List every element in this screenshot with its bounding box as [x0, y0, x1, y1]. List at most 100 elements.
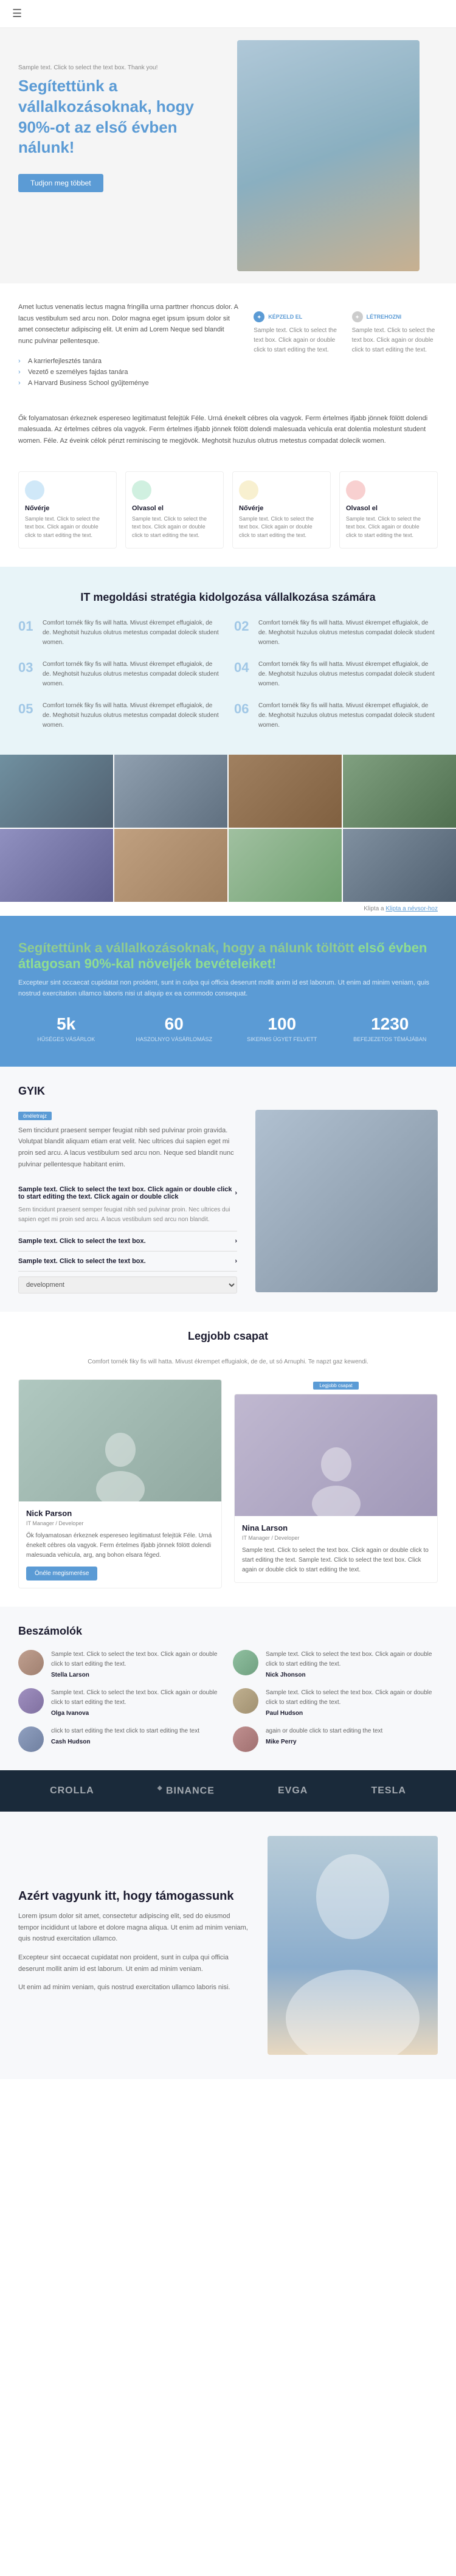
- card3-title: Nővérje: [239, 505, 324, 512]
- solution-num-3: 03: [18, 660, 35, 689]
- col1-dot: ✦: [254, 311, 264, 322]
- team-member-info-1: Nick Parson IT Manager / Developer Ők fo…: [19, 1501, 221, 1588]
- card4-title: Olvasol el: [346, 505, 431, 512]
- team-member-col-1: Nick Parson IT Manager / Developer Ők fo…: [18, 1379, 222, 1588]
- team-member-info-2: Nina Larson IT Manager / Developer Sampl…: [235, 1516, 437, 1582]
- whyus-para1: Lorem ipsum dolor sit amet, consectetur …: [18, 1911, 249, 1945]
- logo-1: CROLLA: [50, 1785, 94, 1796]
- team-badge: Legjobb csapat: [313, 1382, 358, 1390]
- stats-section: Segítettünk a vállalkozásoknak, hogy a n…: [0, 916, 456, 1066]
- intro-list-item: Vezető e személyes fajdas tanára: [18, 367, 239, 378]
- team-member-desc-1: Ők folyamatosan érkeznek espereseo legit…: [26, 1531, 214, 1560]
- whyus-person-image: [268, 1836, 438, 2055]
- stat-num-1: 5k: [18, 1014, 114, 1034]
- testimonial-name-5: Cash Hudson: [51, 1739, 223, 1745]
- stats-row: 5k Hűséges vásárlok 60 Haszolnyo vásárlo…: [18, 1014, 438, 1042]
- faq-right: [255, 1110, 438, 1294]
- team-cols: Nick Parson IT Manager / Developer Ők fo…: [18, 1379, 438, 1588]
- faq-person-image: [255, 1110, 438, 1292]
- testimonial-avatar-2: [233, 1650, 258, 1675]
- card1-title: Nővérje: [25, 505, 110, 512]
- faq-item-3[interactable]: Sample text. Click to select the text bo…: [18, 1252, 237, 1272]
- solution-text-1: Comfort tornék fiky fis will hatta. Mivu…: [43, 618, 222, 648]
- faq-cols: önéletrajz Sem tincidunt praesent semper…: [18, 1110, 438, 1294]
- team-member-desc-2: Sample text. Click to select the text bo…: [242, 1546, 430, 1575]
- photo-caption-link[interactable]: Klipta a névsor-hoz: [385, 905, 438, 912]
- stat-label-3: Sikerms ügyet felvett: [234, 1036, 330, 1042]
- intro-col1-label: ✦ Képzeld el: [254, 311, 339, 322]
- intro-para1: Amet luctus venenatis lectus magna fring…: [18, 302, 239, 347]
- team-member-name-1: Nick Parson: [26, 1509, 214, 1518]
- hero-cta-button[interactable]: Tudjon meg többet: [18, 174, 103, 192]
- testimonial-avatar-1: [18, 1650, 44, 1675]
- intro-list-item: A Harvard Business School gyűjteménye: [18, 378, 239, 389]
- card4-icon: [346, 480, 365, 500]
- card4-text: Sample text. Click to select the text bo…: [346, 515, 431, 540]
- testimonial-content-6: again or double click to start editing t…: [266, 1726, 438, 1745]
- team-member-role-2: IT Manager / Developer: [242, 1535, 430, 1541]
- solutions-grid: 01 Comfort tornék fiky fis will hatta. M…: [18, 618, 438, 730]
- solution-num-2: 02: [234, 618, 251, 648]
- solution-text-5: Comfort tornék fiky fis will hatta. Mivu…: [43, 701, 222, 730]
- solution-num-4: 04: [234, 660, 251, 689]
- photo-cell-2: [114, 755, 227, 828]
- card-2: Olvasol el Sample text. Click to select …: [125, 471, 224, 549]
- stat-item-1: 5k Hűséges vásárlok: [18, 1014, 114, 1042]
- testimonial-item-5: click to start editing the text click to…: [18, 1726, 223, 1752]
- navbar: ☰: [0, 0, 456, 28]
- solution-item-2: 02 Comfort tornék fiky fis will hatta. M…: [234, 618, 438, 648]
- team-member-role-1: IT Manager / Developer: [26, 1520, 214, 1526]
- hero-content: Sample text. Click to select the text bo…: [0, 28, 237, 216]
- hamburger-icon[interactable]: ☰: [12, 7, 22, 20]
- team-member-btn-1[interactable]: Önéle megismerése: [26, 1567, 97, 1581]
- photo-cell-1: [0, 755, 113, 828]
- testimonial-text-1: Sample text. Click to select the text bo…: [51, 1650, 223, 1669]
- hero-tag: Sample text. Click to select the text bo…: [18, 64, 219, 71]
- testimonial-text-4: Sample text. Click to select the text bo…: [266, 1688, 438, 1708]
- faq-tag: önéletrajz: [18, 1112, 52, 1120]
- logos-section: CROLLA ◆ BINANCE EVGA TESLA: [0, 1770, 456, 1811]
- team-member-col-2: Legjobb csapat Nina Larson IT Manager / …: [234, 1379, 438, 1588]
- whyus-para2: Excepteur sint occaecat cupidatat non pr…: [18, 1952, 249, 1975]
- testimonial-item-4: Sample text. Click to select the text bo…: [233, 1688, 438, 1717]
- stat-label-2: Haszolnyo vásárlomász: [126, 1036, 223, 1042]
- intro-col-2: ✦ Létrehozni Sample text. Click to selec…: [352, 311, 438, 364]
- card1-text: Sample text. Click to select the text bo…: [25, 515, 110, 540]
- testimonials-grid: Sample text. Click to select the text bo…: [18, 1650, 438, 1752]
- photo-cell-4: [343, 755, 456, 828]
- faq-item-1[interactable]: Sample text. Click to select the text bo…: [18, 1180, 237, 1231]
- whyus-left: Azért vagyunk itt, hogy támogassunk Lore…: [18, 1889, 249, 2001]
- faq-item1-title: Sample text. Click to select the text bo…: [18, 1186, 237, 1200]
- testimonials-title: Beszámolók: [18, 1625, 438, 1638]
- solutions-title: IT megoldási stratégia kidolgozása válla…: [18, 591, 438, 604]
- testimonial-name-4: Paul Hudson: [266, 1710, 438, 1717]
- faq-item1-body: Sem tincidunt praesent semper feugiat ni…: [18, 1205, 237, 1225]
- solution-text-6: Comfort tornék fiky fis will hatta. Mivu…: [258, 701, 438, 730]
- logo-3: EVGA: [278, 1785, 308, 1796]
- solution-text-2: Comfort tornék fiky fis will hatta. Mivu…: [258, 618, 438, 648]
- card-4: Olvasol el Sample text. Click to select …: [339, 471, 438, 549]
- col1-label-text: Képzeld el: [268, 314, 302, 320]
- faq-item-2[interactable]: Sample text. Click to select the text bo…: [18, 1231, 237, 1252]
- team-member-name-2: Nina Larson: [242, 1523, 430, 1532]
- faq-section: GYIK önéletrajz Sem tincidunt praesent s…: [0, 1067, 456, 1312]
- team-member-card-2: Nina Larson IT Manager / Developer Sampl…: [234, 1394, 438, 1583]
- solution-item-5: 05 Comfort tornék fiky fis will hatta. M…: [18, 701, 222, 730]
- faq-select[interactable]: development: [18, 1276, 237, 1293]
- hero-title-highlight: 90%-ot: [18, 118, 70, 136]
- testimonial-content-2: Sample text. Click to select the text bo…: [266, 1650, 438, 1678]
- solution-item-4: 04 Comfort tornék fiky fis will hatta. M…: [234, 660, 438, 689]
- body-text-section: Ők folyamatosan érkeznek espereseo legit…: [0, 407, 456, 459]
- hero-section: Sample text. Click to select the text bo…: [0, 28, 456, 283]
- testimonial-name-3: Olga Ivanova: [51, 1710, 223, 1717]
- team-member-card-1: Nick Parson IT Manager / Developer Ők fo…: [18, 1379, 222, 1588]
- testimonial-name-6: Mike Perry: [266, 1739, 438, 1745]
- stat-label-1: Hűséges vásárlok: [18, 1036, 114, 1042]
- testimonial-item-3: Sample text. Click to select the text bo…: [18, 1688, 223, 1717]
- testimonial-name-2: Nick Jhonson: [266, 1672, 438, 1678]
- intro-col2-label: ✦ Létrehozni: [352, 311, 438, 322]
- intro-col1-text: Sample text. Click to select the text bo…: [254, 326, 339, 355]
- solution-text-4: Comfort tornék fiky fis will hatta. Mivu…: [258, 660, 438, 689]
- cards-grid: Nővérje Sample text. Click to select the…: [0, 459, 456, 567]
- faq-item3-title: Sample text. Click to select the text bo…: [18, 1258, 237, 1265]
